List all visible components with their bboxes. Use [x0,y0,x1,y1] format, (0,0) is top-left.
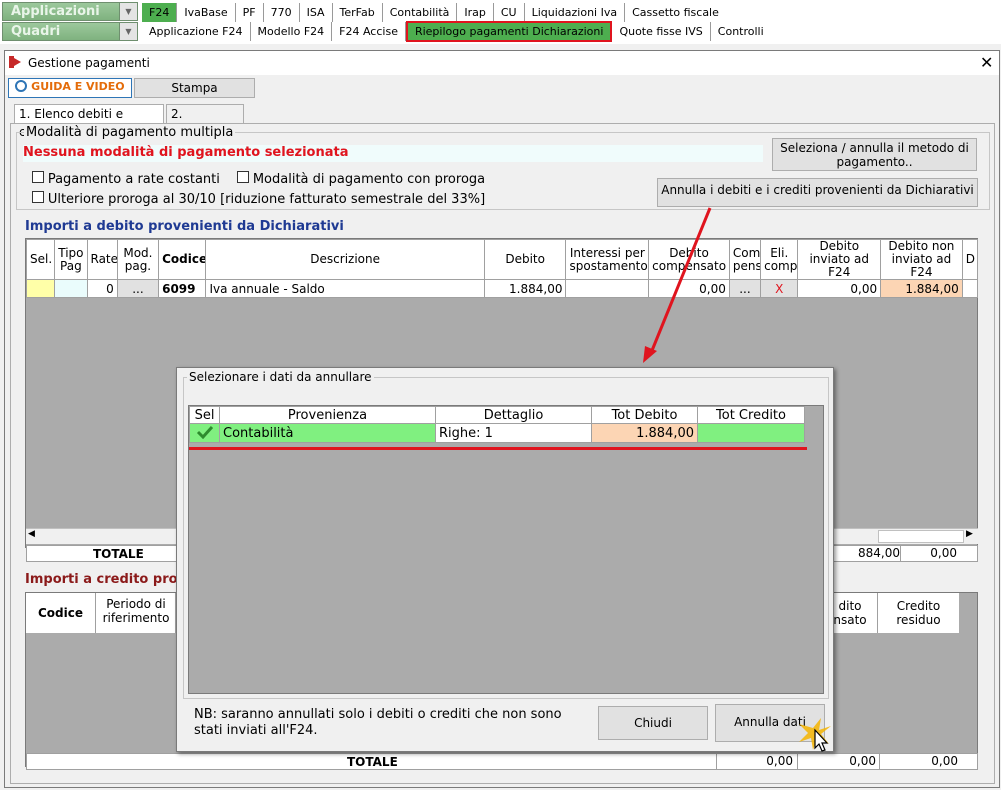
tot-debito-cell: 1.884,00 [591,423,698,443]
app-ribbon: Applicazioni ▼ Quadri ▼ F24 IvaBase PF 7… [0,0,1001,44]
provenienza-cell: Contabilità [219,423,436,443]
col-tot-debito: Tot Debito [591,406,698,424]
note-line1: NB: saranno annullati solo i debiti o cr… [194,707,562,722]
tot-credito-cell [697,423,805,443]
ribbon-row-2: Applicazione F24 Modello F24 F24 Accise … [142,21,771,42]
checkmark-icon [196,425,213,439]
chiudi-button[interactable]: Chiudi [598,706,708,740]
tab-cu[interactable]: CU [494,3,525,22]
tab-applicazione-f24[interactable]: Applicazione F24 [142,22,251,41]
dettaglio-cell: Righe: 1 [435,423,592,443]
applicazioni-label: Applicazioni [11,4,100,19]
tab-ivabase[interactable]: IvaBase [177,3,236,22]
tab-irap[interactable]: Irap [457,3,494,22]
note-line2: stati inviati all'F24. [194,723,318,738]
annulla-dati-dialog: Selezionare i dati da annullare Sel Prov… [176,367,834,752]
ribbon-row-1: F24 IvaBase PF 770 ISA TerFab Contabilit… [142,3,726,22]
tab-f24-accise[interactable]: F24 Accise [332,22,406,41]
tab-pf[interactable]: PF [236,3,264,22]
col-dettaglio: Dettaglio [435,406,592,424]
tab-770[interactable]: 770 [264,3,300,22]
cursor-click-icon [799,718,831,752]
col-tot-credito: Tot Credito [697,406,805,424]
chevron-down-icon[interactable]: ▼ [119,3,137,20]
tab-riepilogo-pagamenti[interactable]: Riepilogo pagamenti Dichiarazioni [405,21,613,42]
quadri-label: Quadri [11,24,61,39]
table-row[interactable]: Contabilità Righe: 1 1.884,00 [189,423,805,443]
applicazioni-dropdown[interactable]: Applicazioni ▼ [2,2,138,21]
select-checkbox[interactable] [189,423,220,443]
tab-quote-fisse-ivs[interactable]: Quote fisse IVS [612,22,711,41]
tab-terfab[interactable]: TerFab [333,3,383,22]
quadri-dropdown[interactable]: Quadri ▼ [2,22,138,41]
tab-modello-f24[interactable]: Modello F24 [251,22,333,41]
tab-controlli[interactable]: Controlli [711,22,771,41]
dialog-note: NB: saranno annullati solo i debiti o cr… [194,707,562,739]
dialog-table: Sel Provenienza Dettaglio Tot Debito Tot… [189,406,805,443]
col-provenienza: Provenienza [219,406,436,424]
tab-f24[interactable]: F24 [142,3,178,22]
chevron-down-icon[interactable]: ▼ [119,23,137,40]
tab-liquidazioni-iva[interactable]: Liquidazioni Iva [525,3,626,22]
row-highlight-underline [189,447,807,450]
dialog-title: Selezionare i dati da annullare [187,370,374,384]
tab-isa[interactable]: ISA [300,3,333,22]
tab-contabilita[interactable]: Contabilità [383,3,458,22]
col-sel: Sel [189,406,220,424]
tab-cassetto-fiscale[interactable]: Cassetto fiscale [625,3,726,22]
